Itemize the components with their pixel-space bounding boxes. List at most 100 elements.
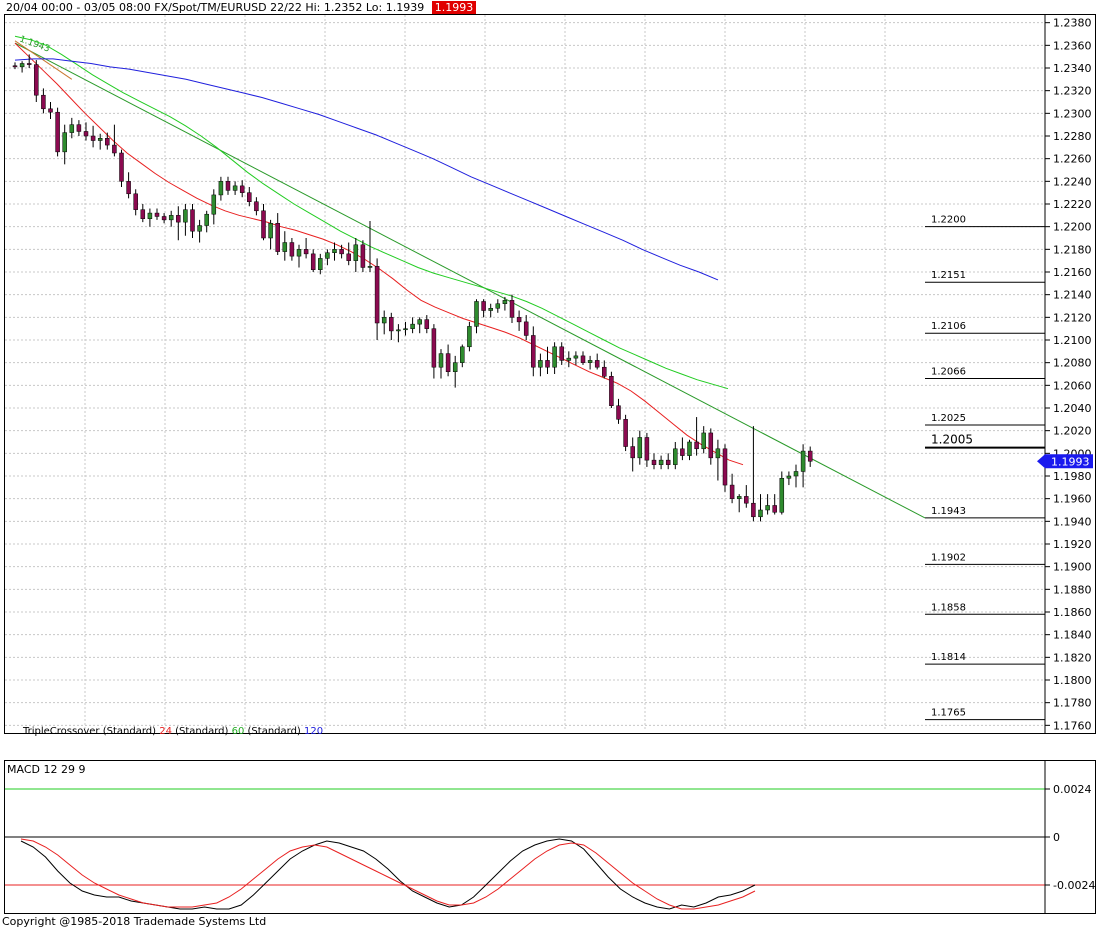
y-tick-label: 1.2320 (1053, 85, 1092, 98)
legend-period-24: 24 (159, 726, 172, 737)
candle-body (736, 496, 742, 499)
y-tick-label: 1.2140 (1053, 289, 1092, 302)
y-tick-label: 1.1780 (1053, 697, 1092, 710)
candle-body (545, 360, 550, 368)
candle-body (481, 301, 486, 311)
ma-24-line (14, 42, 744, 466)
candle-body (403, 328, 408, 331)
candle-body (417, 319, 422, 325)
candle-body (779, 478, 785, 513)
candle-body (211, 194, 217, 215)
candle-body (268, 223, 273, 239)
legend-std-2: (Standard) (175, 726, 229, 737)
candle-body (807, 450, 813, 462)
macd-lines (5, 788, 1045, 910)
price-panel[interactable]: 1.2200 1.2151 1.2106 1.2066 1.2025 1.2005 1.19… (4, 14, 1096, 749)
candle-body (168, 215, 174, 221)
candle-body (346, 253, 351, 261)
candle-body (602, 366, 607, 377)
y-tick-label: 1.2340 (1053, 62, 1092, 75)
candle-body (751, 502, 756, 518)
y-tick-label: 1.2180 (1053, 243, 1092, 256)
candle-body (389, 317, 394, 332)
y-tick-label: 1.2240 (1053, 175, 1092, 188)
y-tick-label: 1.2040 (1053, 402, 1092, 415)
candle-body (623, 419, 628, 447)
instrument-name: FX/Spot/TM/EURUSD (154, 1, 267, 14)
y-tick-label: 1.2260 (1053, 153, 1092, 166)
candle-body (83, 131, 89, 137)
candle-body (147, 212, 153, 219)
candle-body (26, 63, 32, 65)
indicator-legend: TripleCrossover (Standard) 24 (Standard)… (23, 726, 323, 737)
candle-body (616, 405, 621, 420)
y-tick-label: 1.2160 (1053, 266, 1092, 279)
candle-body (176, 215, 181, 223)
candle-body (374, 266, 380, 324)
legend-period-60: 60 (231, 726, 245, 737)
candle-body (758, 509, 763, 518)
y-tick-label: 1.2360 (1053, 39, 1092, 52)
level-label: 1.2066 (931, 367, 966, 378)
candle-body (197, 225, 202, 232)
candle-body (353, 244, 359, 261)
candle-body (772, 505, 777, 513)
legend-std-1: (Standard) (102, 726, 157, 737)
macd-y-label: 0 (1053, 831, 1060, 844)
macd-y-label: -0.0024 (1053, 879, 1095, 892)
candle-body (332, 249, 337, 253)
candle-body (48, 108, 53, 113)
y-tick-label: 1.1820 (1053, 651, 1092, 664)
candle-body (594, 360, 600, 368)
price-chart[interactable]: 1.2200 1.2151 1.2106 1.2066 1.2025 1.2005 1.19… (5, 15, 1095, 749)
candle-body (76, 124, 82, 132)
trendline (14, 42, 926, 519)
candle-body (452, 362, 458, 372)
candle-body (275, 223, 280, 252)
candle-body (254, 201, 259, 212)
candle-body (580, 355, 586, 363)
level-label: 1.2106 (931, 321, 966, 332)
candle-body (282, 242, 288, 252)
candle-body (218, 181, 224, 196)
candle-body (609, 376, 614, 406)
candle-body (232, 185, 238, 191)
candle-body (34, 64, 39, 96)
level-label: 1.2151 (931, 270, 966, 281)
candle-body (90, 135, 96, 141)
y-tick-label: 1.1940 (1053, 515, 1092, 528)
candle-body (509, 300, 515, 318)
level-label: 1.1858 (931, 602, 966, 613)
candle-body (97, 138, 103, 141)
candle-body (133, 193, 138, 210)
y-tick-label: 1.1760 (1053, 719, 1092, 732)
candle-body (55, 111, 60, 153)
candle-body (303, 249, 309, 255)
candle-body (800, 450, 806, 472)
candle-body (105, 138, 110, 146)
candle-body (665, 459, 671, 465)
macd-panel[interactable]: 0.0024 0 -0.0024 MACD 12 29 9 (4, 760, 1096, 914)
candle-body (204, 213, 209, 226)
y-tick-label: 1.1880 (1053, 583, 1092, 596)
moving-averages: 1.1943 (14, 34, 926, 519)
candle-body (225, 181, 231, 191)
candle-body (523, 321, 529, 336)
candle-body (247, 192, 252, 202)
macd-chart[interactable]: 0.0024 0 -0.0024 (5, 761, 1095, 913)
candle-body (495, 303, 501, 309)
candle-body (687, 441, 692, 456)
y-tick-label: 1.2280 (1053, 130, 1092, 143)
price-levels: 1.2200 1.2151 1.2106 1.2066 1.2025 1.2005 1.19… (925, 215, 1045, 721)
candle-body (431, 328, 437, 368)
candle-body (474, 301, 479, 327)
y-tick-label: 1.2200 (1053, 221, 1092, 234)
level-label: 1.1902 (931, 552, 966, 563)
candle-body (126, 181, 131, 195)
last-price-badge: 1.1993 (431, 1, 477, 15)
candle-body (183, 209, 188, 223)
level-label: 1.1765 (931, 708, 966, 719)
level-label: 1.2025 (931, 413, 966, 424)
copyright-text: Copyright @1985-2018 Trademade Systems L… (2, 915, 267, 928)
candle-body (644, 437, 650, 461)
